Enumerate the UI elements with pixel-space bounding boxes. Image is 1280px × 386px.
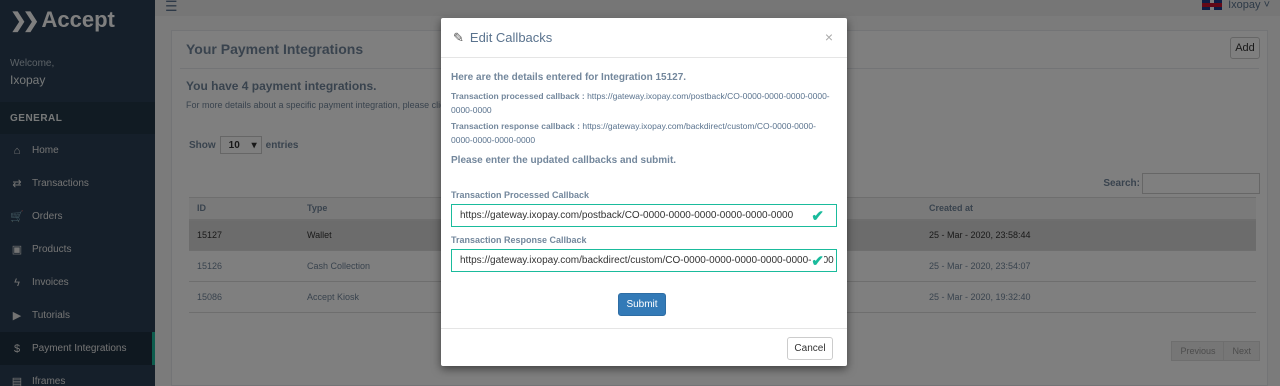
modal-header: ✎ Edit Callbacks × xyxy=(441,18,847,58)
response-callback-field-label: Transaction Response Callback xyxy=(451,235,587,245)
response-callback-input[interactable]: https://gateway.ixopay.com/backdirect/cu… xyxy=(451,249,837,272)
response-callback-label: Transaction response callback : xyxy=(451,121,580,131)
checkmark-icon: ✔ xyxy=(811,252,824,270)
pencil-icon: ✎ xyxy=(453,29,464,45)
edit-callbacks-modal: ✎ Edit Callbacks × Here are the details … xyxy=(441,18,847,366)
instructions: Please enter the updated callbacks and s… xyxy=(451,155,677,166)
response-callback-detail: Transaction response callback : https://… xyxy=(451,119,837,147)
modal-body: Here are the details entered for Integra… xyxy=(441,58,847,272)
close-icon[interactable]: × xyxy=(825,29,833,45)
modal-footer: Cancel xyxy=(441,328,847,366)
submit-button[interactable]: Submit xyxy=(618,293,666,316)
response-callback-input-value: https://gateway.ixopay.com/backdirect/cu… xyxy=(460,255,834,266)
details-heading: Here are the details entered for Integra… xyxy=(451,72,687,83)
processed-callback-input[interactable]: https://gateway.ixopay.com/postback/CO-0… xyxy=(451,204,837,227)
modal-title: Edit Callbacks xyxy=(469,30,553,45)
cancel-button[interactable]: Cancel xyxy=(787,337,833,360)
processed-callback-input-value: https://gateway.ixopay.com/postback/CO-0… xyxy=(460,210,794,221)
checkmark-icon: ✔ xyxy=(811,207,824,225)
processed-callback-label: Transaction processed callback : xyxy=(451,91,585,101)
processed-callback-field-label: Transaction Processed Callback xyxy=(451,190,590,200)
processed-callback-detail: Transaction processed callback : https:/… xyxy=(451,89,837,117)
